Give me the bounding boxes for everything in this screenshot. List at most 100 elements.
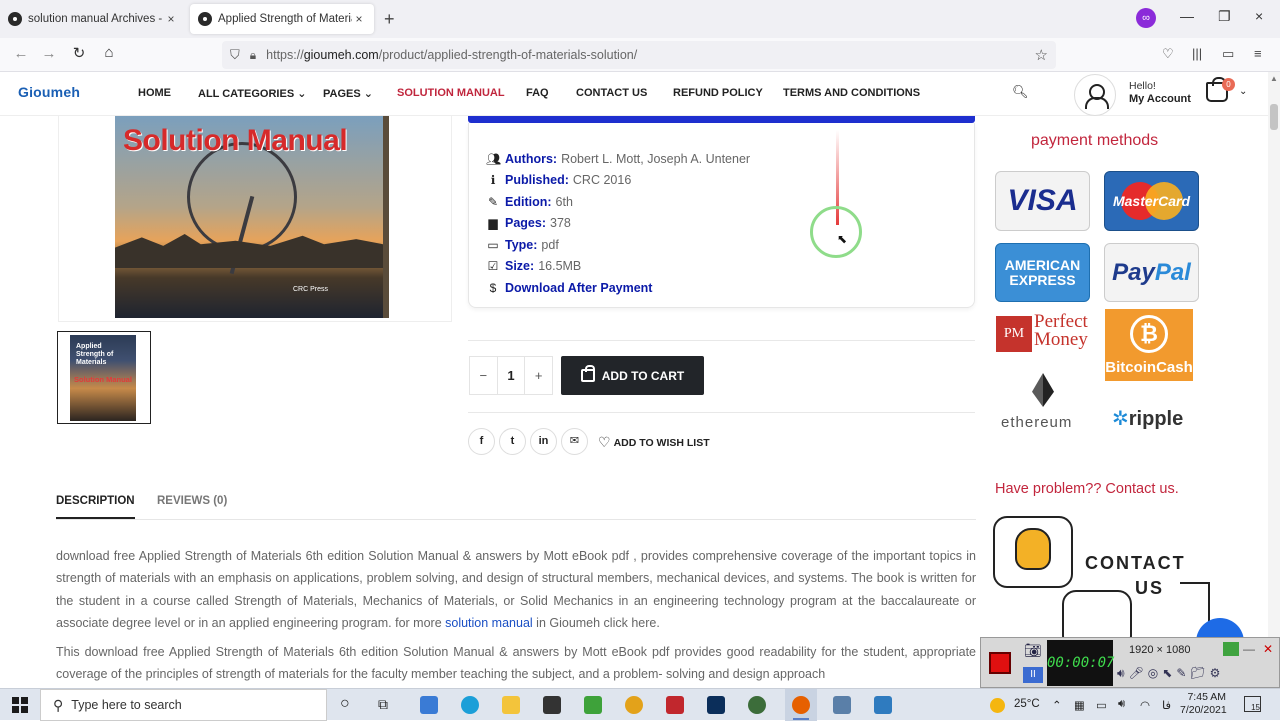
nav-faq[interactable]: FAQ — [526, 87, 549, 99]
site-logo[interactable]: Gioumeh — [18, 84, 80, 100]
nav-solution-manual[interactable]: SOLUTION MANUAL — [397, 87, 505, 99]
page-scrollbar[interactable]: ▲ — [1268, 72, 1280, 688]
firefox-icon[interactable] — [792, 696, 810, 714]
home-icon[interactable]: ⌂ — [98, 44, 120, 61]
add-to-cart-button[interactable]: ADD TO CART — [561, 356, 704, 395]
my-account-link[interactable]: My Account — [1129, 93, 1191, 105]
window-minimize-button[interactable]: — — [1180, 8, 1194, 24]
detail-published: ℹ Published: CRC 2016 — [486, 173, 632, 187]
qty-input[interactable]: 1 — [496, 356, 526, 395]
solution-manual-link[interactable]: solution manual — [445, 616, 533, 630]
quantity-stepper[interactable]: − 1 + — [469, 356, 553, 395]
windows-taskbar: ⚲ Type here to search ○ ⧉ 25°C ⌃ ▦ ▭ 🔊︎ … — [0, 688, 1280, 721]
pause-button[interactable]: II — [1023, 667, 1043, 683]
battery-icon[interactable]: ▭ — [1096, 698, 1107, 712]
cortana-icon[interactable]: ○ — [340, 695, 350, 713]
library-icon[interactable]: ||| — [1192, 46, 1202, 61]
browser-icon[interactable] — [748, 696, 766, 714]
back-arrow-icon[interactable]: ← — [10, 45, 32, 62]
user-icon[interactable] — [1074, 74, 1116, 116]
temperature[interactable]: 25°C — [1014, 698, 1040, 710]
thumbnail-image[interactable]: Applied Strength of Materials Solution M… — [70, 335, 136, 421]
qty-decrease-button[interactable]: − — [470, 368, 497, 383]
site-favicon-icon — [8, 12, 22, 26]
windows-start-icon[interactable] — [12, 697, 28, 713]
tray-chevron-icon[interactable]: ⌃ — [1052, 698, 1062, 712]
detail-authors: 👥︎ Authors: Robert L. Mott, Joseph A. Un… — [486, 152, 751, 166]
network-icon[interactable]: ▦ — [1074, 698, 1085, 712]
mail-icon[interactable] — [543, 696, 561, 714]
share-linkedin-button[interactable]: in — [530, 428, 557, 455]
search-icon[interactable]: 🔍︎ — [1012, 84, 1029, 100]
tab-close-icon[interactable]: × — [164, 12, 178, 26]
language-indicator[interactable]: فا — [1162, 698, 1171, 712]
recorder-close-button[interactable]: ✕ — [1263, 642, 1279, 656]
add-to-wishlist-link[interactable]: ♡ ADD TO WISH LIST — [598, 434, 710, 451]
menu-icon[interactable]: ≡ — [1254, 46, 1262, 61]
address-bar[interactable]: ⛉ 🔒︎ https://gioumeh.com/product/applied… — [222, 41, 1056, 69]
nav-home[interactable]: HOME — [138, 87, 171, 99]
tab-close-icon[interactable]: × — [352, 12, 366, 26]
forward-arrow-icon[interactable]: → — [38, 45, 60, 62]
hello-text: Hello! — [1129, 80, 1156, 92]
tab-reviews[interactable]: REVIEWS (0) — [157, 495, 227, 507]
share-twitter-button[interactable]: t — [499, 428, 526, 455]
wifi-icon[interactable]: ◠ — [1140, 698, 1150, 712]
sidebar-icon[interactable]: ▭ — [1222, 46, 1234, 62]
window-maximize-button[interactable]: ❐ — [1218, 8, 1231, 25]
tab-description[interactable]: DESCRIPTION — [56, 495, 135, 519]
weather-icon[interactable] — [990, 698, 1005, 713]
detail-edition: ✎ Edition: 6th — [487, 195, 573, 209]
window-close-button[interactable]: × — [1255, 8, 1263, 24]
site-favicon-icon — [198, 12, 212, 26]
record-stop-button[interactable] — [989, 652, 1011, 674]
product-image-gallery[interactable]: Solution Manual CRC Press — [58, 116, 452, 322]
scroll-up-icon[interactable]: ▲ — [1270, 74, 1278, 83]
product-cover-image[interactable]: Solution Manual CRC Press — [115, 116, 383, 318]
camtasia-icon[interactable] — [584, 696, 602, 714]
detail-pages: ▆ Pages: 378 — [486, 216, 570, 230]
share-facebook-button[interactable]: f — [468, 428, 495, 455]
qty-increase-button[interactable]: + — [525, 368, 552, 383]
taskbar-search-input[interactable]: ⚲ Type here to search — [40, 689, 327, 721]
nav-pages[interactable]: PAGES ⌄ — [323, 87, 373, 100]
new-tab-button[interactable]: + — [384, 9, 395, 30]
recording-timer: 00:00:07 — [1047, 640, 1114, 686]
camera-icon[interactable]: 📷︎ — [1024, 642, 1042, 659]
edge-icon[interactable] — [461, 696, 479, 714]
recorder-tool-icons[interactable]: 🔊︎🎤︎◎⬉✎📁︎⚙ — [1117, 666, 1224, 681]
nav-contact-us[interactable]: CONTACT US — [576, 87, 647, 99]
nav-all-categories[interactable]: ALL CATEGORIES ⌄ — [198, 87, 306, 100]
photoshop-icon[interactable] — [707, 696, 725, 714]
chevron-down-icon: ⌄ — [363, 88, 373, 100]
recorder-minimize-button[interactable]: — — [1243, 642, 1259, 656]
chevron-down-icon[interactable]: ⌄ — [1239, 86, 1247, 97]
chrome-icon[interactable] — [625, 696, 643, 714]
system-clock[interactable]: 7:45 AM 7/20/2021 — [1180, 691, 1227, 717]
detail-download[interactable]: $ Download After Payment — [486, 281, 656, 295]
store-icon[interactable] — [420, 696, 438, 714]
mastercard-logo: MasterCard — [1104, 171, 1199, 231]
contact-hand-icon[interactable] — [993, 516, 1073, 588]
notification-center-icon[interactable]: 15 — [1244, 696, 1261, 712]
reload-icon[interactable]: ↻ — [68, 44, 90, 62]
shield-icon[interactable]: ⛉ — [230, 47, 240, 63]
share-email-button[interactable]: ✉ — [561, 428, 588, 455]
lock-icon[interactable]: 🔒︎ — [250, 48, 256, 63]
browser-tab-archives[interactable]: solution manual Archives - Solu × — [0, 4, 186, 34]
browser-tab-product[interactable]: Applied Strength of Materials 6 × — [190, 4, 374, 34]
pocket-icon[interactable]: ♡ — [1162, 46, 1174, 62]
image-viewer-icon[interactable] — [874, 696, 892, 714]
nav-refund-policy[interactable]: REFUND POLICY — [673, 87, 763, 99]
scrollbar-thumb[interactable] — [1270, 104, 1278, 130]
task-view-icon[interactable]: ⧉ — [378, 696, 388, 713]
ripple-icon: ✲ — [1112, 408, 1129, 430]
bookmark-star-icon[interactable]: ☆ — [1035, 46, 1048, 64]
filezilla-icon[interactable] — [666, 696, 684, 714]
recorder-green-button[interactable] — [1223, 642, 1239, 656]
tabs-divider — [56, 519, 976, 520]
app-icon[interactable] — [833, 696, 851, 714]
file-explorer-icon[interactable] — [502, 696, 520, 714]
nav-terms-and-conditions[interactable]: TERMS AND CONDITIONS — [783, 87, 920, 99]
volume-icon[interactable]: 🔊︎ — [1118, 698, 1125, 711]
